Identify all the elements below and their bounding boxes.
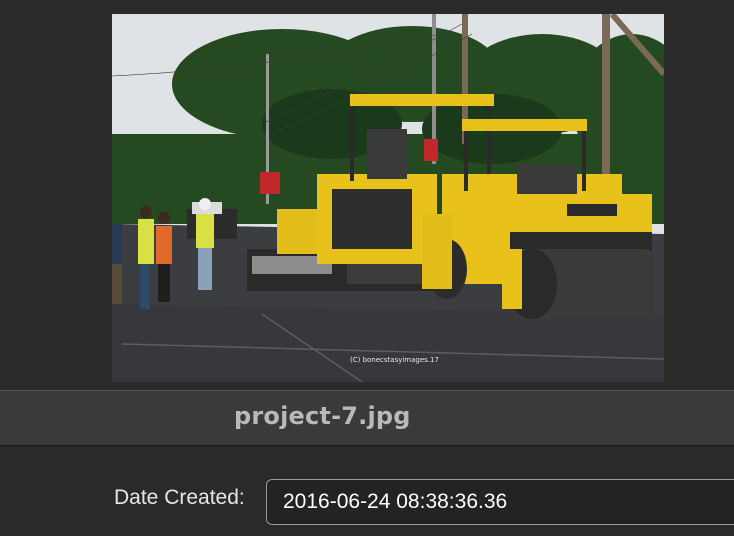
date-created-field[interactable]: 2016-06-24 08:38:36.36 (266, 479, 734, 525)
image-preview-area: (C) bonecstasyimages.17 (0, 0, 734, 389)
filename-bar: project-7.jpg (0, 390, 734, 446)
image-preview[interactable]: (C) bonecstasyimages.17 (112, 14, 664, 382)
date-created-label: Date Created: (114, 486, 245, 509)
metadata-panel: Date Created: 2016-06-24 08:38:36.36 (0, 446, 734, 536)
file-info-window: (C) bonecstasyimages.17 project-7.jpg Da… (0, 0, 734, 536)
photo-watermark: (C) bonecstasyimages.17 (350, 356, 439, 364)
file-name: project-7.jpg (234, 402, 411, 430)
date-created-value: 2016-06-24 08:38:36.36 (283, 490, 508, 513)
photo-illustration: (C) bonecstasyimages.17 (112, 14, 664, 382)
